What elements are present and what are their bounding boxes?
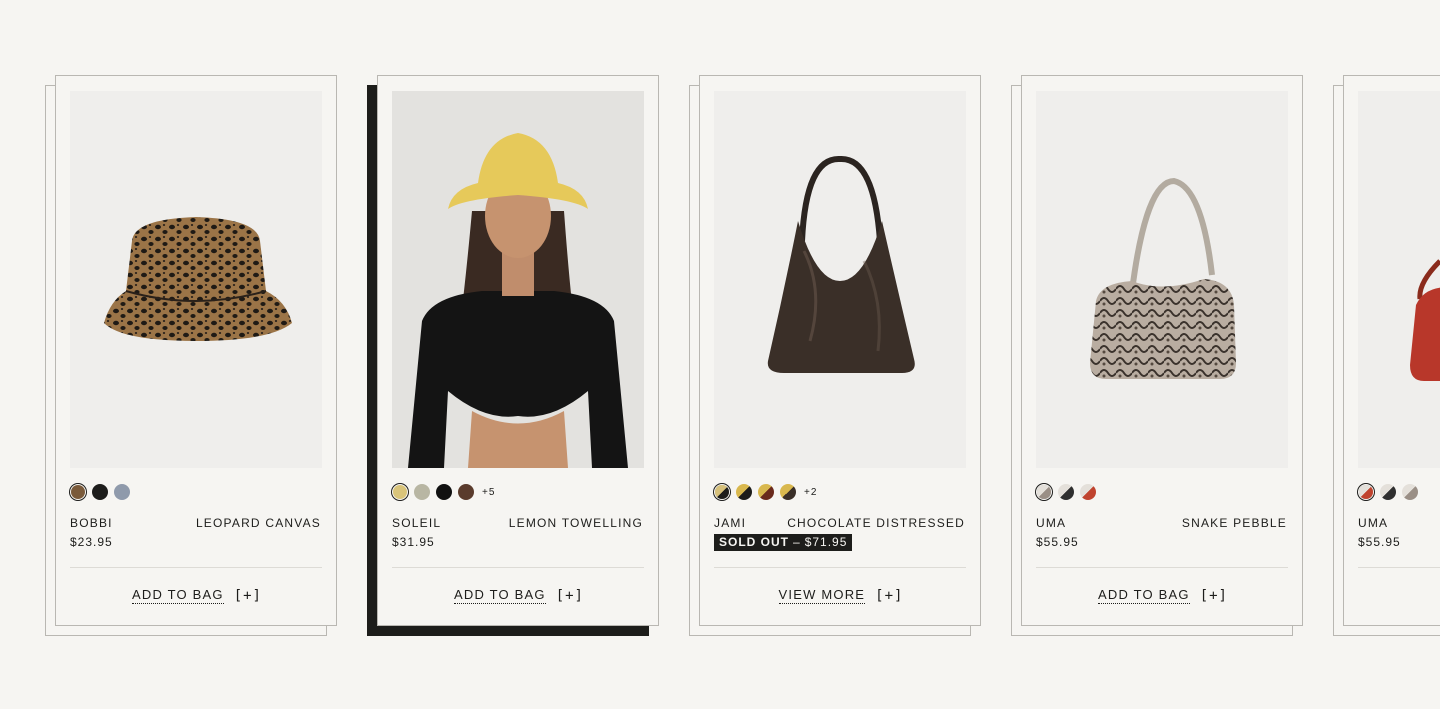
cta-label[interactable]: ADD TO BAG xyxy=(453,587,546,604)
product-price: $55.95 xyxy=(1358,535,1401,549)
product-variant: CHOCOLATE DISTRESSED xyxy=(787,516,965,530)
color-swatches xyxy=(1358,483,1418,501)
product-variant: LEOPARD CANVAS xyxy=(195,516,321,530)
swatch-black[interactable] xyxy=(1058,484,1074,500)
swatch-leopard[interactable] xyxy=(71,485,85,499)
product-card-bobbi[interactable]: BOBBI LEOPARD CANVAS $23.95 ADD TO BAG [… xyxy=(45,75,338,636)
divider xyxy=(70,567,322,568)
product-price: $55.95 xyxy=(1036,535,1079,549)
product-variant: SNAKE PEBBLE xyxy=(1181,516,1287,530)
product-carousel: BOBBI LEOPARD CANVAS $23.95 ADD TO BAG [… xyxy=(0,0,1440,709)
color-swatches: +5 xyxy=(392,483,495,501)
divider xyxy=(1036,567,1288,568)
swatch-snake-pebble[interactable] xyxy=(1037,485,1051,499)
color-swatches xyxy=(1036,483,1096,501)
sold-out-separator: – xyxy=(793,535,801,549)
divider xyxy=(392,567,644,568)
product-card-uma-red[interactable]: UMA $55.95 AD xyxy=(1333,75,1440,636)
swatch-brown[interactable] xyxy=(780,484,796,500)
swatch-natural[interactable] xyxy=(414,484,430,500)
divider xyxy=(1358,567,1440,568)
cta-label[interactable]: ADD TO BAG xyxy=(1097,587,1190,604)
product-image[interactable] xyxy=(70,91,322,468)
product-image[interactable] xyxy=(1036,91,1288,468)
swatch-lemon[interactable] xyxy=(393,485,407,499)
product-image[interactable] xyxy=(392,91,644,468)
swatch-brown[interactable] xyxy=(458,484,474,500)
product-name[interactable]: UMA xyxy=(1358,516,1388,530)
product-variant: LEMON TOWELLING xyxy=(508,516,643,530)
color-swatches xyxy=(70,483,130,501)
swatch-black[interactable] xyxy=(736,484,752,500)
add-to-bag-button[interactable]: ADD TO BAG [+] xyxy=(1022,587,1304,604)
swatch-chocolate[interactable] xyxy=(715,485,729,499)
add-to-bag-button[interactable]: ADD TO BAG [+] xyxy=(56,587,338,604)
product-card-jami[interactable]: +2 JAMI CHOCOLATE DISTRESSED SOLD OUT – … xyxy=(689,75,982,636)
product-card-uma[interactable]: UMA SNAKE PEBBLE $55.95 ADD TO BAG [+] xyxy=(1011,75,1304,636)
more-colors-count[interactable]: +5 xyxy=(482,487,495,498)
plus-icon[interactable]: [+] xyxy=(556,588,584,604)
color-swatches: +2 xyxy=(714,483,817,501)
swatch-black[interactable] xyxy=(1380,484,1396,500)
product-image[interactable] xyxy=(714,91,966,468)
plus-icon[interactable]: [+] xyxy=(1200,588,1228,604)
more-colors-count[interactable]: +2 xyxy=(804,487,817,498)
product-name[interactable]: BOBBI xyxy=(70,516,113,530)
product-name[interactable]: SOLEIL xyxy=(392,516,441,530)
add-to-bag-button[interactable]: AD xyxy=(1344,587,1440,604)
swatch-snake-pebble[interactable] xyxy=(1402,484,1418,500)
plus-icon[interactable]: [+] xyxy=(234,588,262,604)
plus-icon[interactable]: [+] xyxy=(875,588,903,604)
swatch-blue[interactable] xyxy=(114,484,130,500)
product-price: $23.95 xyxy=(70,535,113,549)
swatch-red[interactable] xyxy=(1080,484,1096,500)
sold-out-label: SOLD OUT xyxy=(719,535,789,549)
cta-label[interactable]: ADD TO BAG xyxy=(131,587,224,604)
swatch-black[interactable] xyxy=(92,484,108,500)
product-card-soleil[interactable]: +5 SOLEIL LEMON TOWELLING $31.95 ADD TO … xyxy=(367,75,660,636)
product-name[interactable]: JAMI xyxy=(714,516,746,530)
add-to-bag-button[interactable]: ADD TO BAG [+] xyxy=(378,587,660,604)
product-price: $31.95 xyxy=(392,535,435,549)
sold-out-badge: SOLD OUT – $71.95 xyxy=(714,534,853,551)
cta-label[interactable]: VIEW MORE xyxy=(778,587,866,604)
product-price: $71.95 xyxy=(804,535,848,549)
product-image[interactable] xyxy=(1358,91,1440,468)
view-more-button[interactable]: VIEW MORE [+] xyxy=(700,587,982,604)
product-name[interactable]: UMA xyxy=(1036,516,1066,530)
swatch-burgundy[interactable] xyxy=(758,484,774,500)
divider xyxy=(714,567,966,568)
swatch-black[interactable] xyxy=(436,484,452,500)
swatch-red[interactable] xyxy=(1359,485,1373,499)
